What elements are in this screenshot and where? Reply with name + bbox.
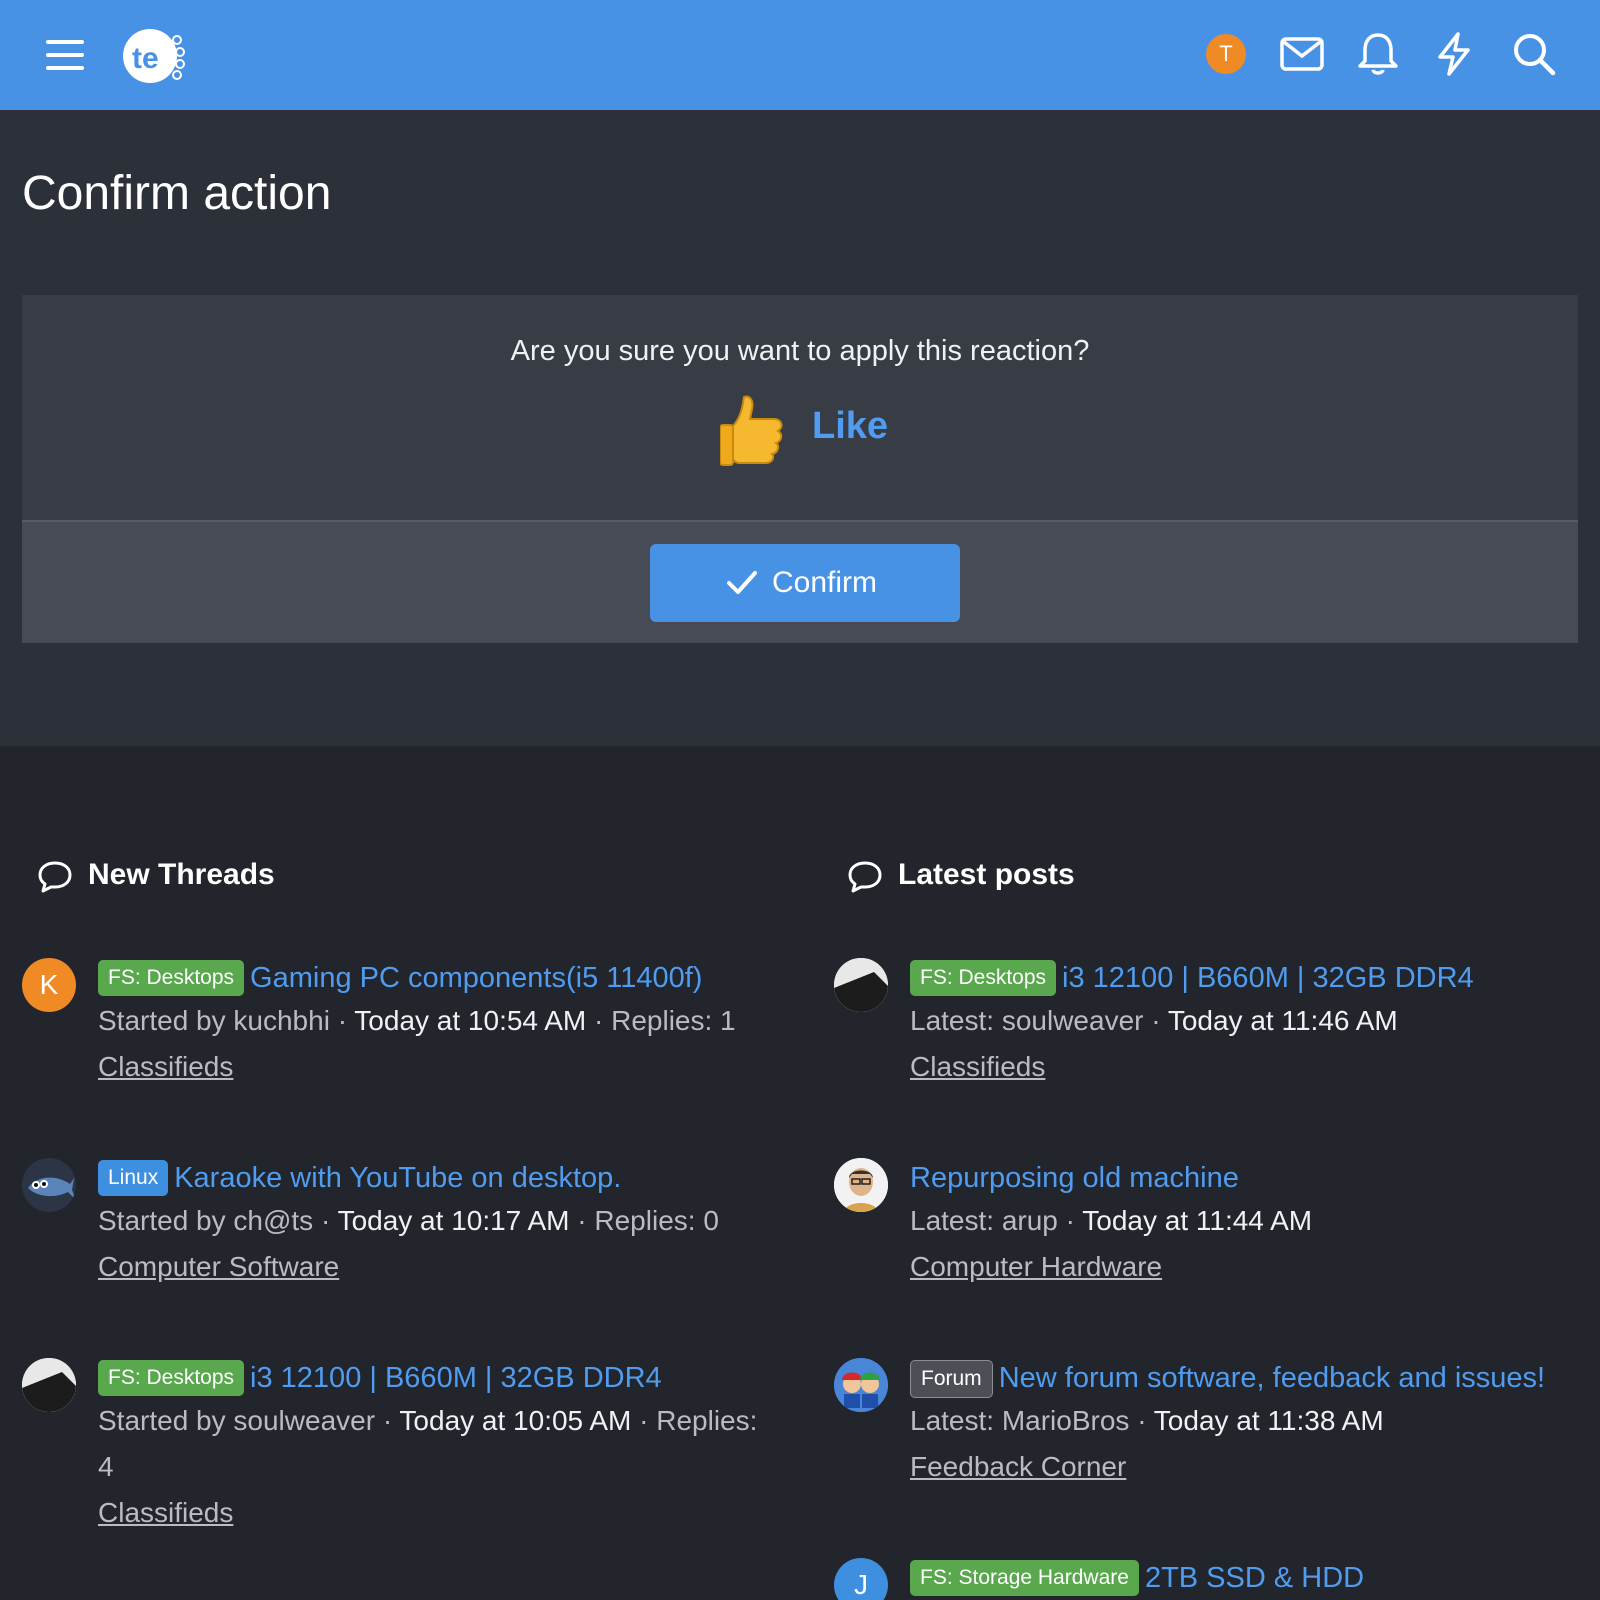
avatar[interactable] (834, 958, 888, 1012)
confirm-button[interactable]: Confirm (650, 544, 960, 622)
avatar[interactable] (22, 1358, 76, 1412)
top-bar: te T (0, 0, 1600, 110)
reply-count: · Replies: 1 (586, 1005, 736, 1036)
prefix-tag[interactable]: FS: Desktops (910, 960, 1057, 996)
svg-text:te: te (132, 42, 159, 75)
user-avatar[interactable]: T (1206, 34, 1246, 74)
thread-time: Today at 10:05 AM (399, 1405, 632, 1436)
thread-title-link[interactable]: Karaoke with YouTube on desktop. (174, 1162, 621, 1194)
pc-photo-avatar-icon (834, 958, 888, 1012)
reply-count: · Replies: 0 (569, 1205, 719, 1236)
forum-link[interactable]: Classifieds (910, 1044, 1590, 1090)
shark-avatar-icon (28, 1177, 76, 1200)
prefix-tag[interactable]: FS: Desktops (98, 960, 245, 996)
confirm-footer: Confirm (22, 520, 1578, 643)
latest-poster: Latest: arup · (910, 1205, 1083, 1236)
confirm-button-label: Confirm (772, 566, 878, 599)
thread-title-link[interactable]: Repurposing old machine (910, 1162, 1239, 1194)
forum-link[interactable]: Computer Software (98, 1244, 778, 1290)
latest-posts-title: Latest posts (898, 858, 1075, 891)
latest-poster: Latest: MarioBros · (910, 1405, 1154, 1436)
prefix-tag[interactable]: FS: Storage Hardware (910, 1560, 1139, 1596)
reply-count: · Replies: (631, 1405, 758, 1436)
avatar[interactable] (834, 1158, 888, 1212)
prefix-tag[interactable]: FS: Desktops (98, 1360, 245, 1396)
thread-title-link[interactable]: Gaming PC components(i5 11400f) (250, 962, 702, 994)
post-time: Today at 11:44 AM (1082, 1205, 1313, 1236)
person-avatar-icon (834, 1158, 888, 1212)
thread-title-link[interactable]: New forum software, feedback and issues! (999, 1362, 1545, 1394)
avatar[interactable]: J (834, 1558, 888, 1600)
prefix-tag[interactable]: Forum (910, 1360, 993, 1398)
menu-icon[interactable] (46, 40, 84, 74)
avatar[interactable] (834, 1358, 888, 1412)
bell-icon[interactable] (1354, 30, 1402, 78)
thumbs-up-icon (720, 395, 783, 466)
post-time: Today at 11:38 AM (1153, 1405, 1384, 1436)
confirm-question: Are you sure you want to apply this reac… (510, 335, 1090, 367)
thread-title-link[interactable]: i3 12100 | B660M | 32GB DDR4 (250, 1362, 662, 1394)
mario-bros-avatar-icon (834, 1358, 888, 1412)
avatar[interactable]: K (22, 958, 76, 1012)
thread-title-link[interactable]: i3 12100 | B660M | 32GB DDR4 (1062, 962, 1474, 994)
thread-time: Today at 10:17 AM (337, 1205, 570, 1236)
post-time: Today at 11:46 AM (1167, 1005, 1398, 1036)
check-icon (727, 571, 757, 594)
thread-starter: Started by kuchbhi · (98, 1005, 355, 1036)
reply-count-value: 4 (98, 1451, 114, 1482)
mail-icon[interactable] (1278, 30, 1326, 78)
avatar[interactable] (22, 1158, 76, 1212)
latest-poster: Latest: soulweaver · (910, 1005, 1168, 1036)
search-icon[interactable] (1510, 30, 1558, 78)
forum-link[interactable]: Classifieds (98, 1044, 778, 1090)
thread-time: Today at 10:54 AM (354, 1005, 587, 1036)
thread-starter: Started by ch@ts · (98, 1205, 338, 1236)
thread-starter: Started by soulweaver · (98, 1405, 400, 1436)
chat-bubble-icon (38, 861, 72, 893)
prefix-tag[interactable]: Linux (98, 1160, 169, 1196)
chat-bubble-icon (848, 861, 882, 893)
page-title: Confirm action (22, 167, 332, 220)
new-threads-title: New Threads (88, 858, 275, 891)
pc-photo-avatar-icon (22, 1358, 76, 1412)
thread-title-link[interactable]: 2TB SSD & HDD (1145, 1562, 1364, 1594)
site-logo[interactable]: te (122, 28, 186, 84)
forum-link[interactable]: Computer Hardware (910, 1244, 1590, 1290)
forum-link[interactable]: Feedback Corner (910, 1444, 1590, 1490)
reaction-label: Like (812, 405, 889, 447)
lightning-icon[interactable] (1430, 30, 1478, 78)
forum-link[interactable]: Classifieds (98, 1490, 778, 1536)
